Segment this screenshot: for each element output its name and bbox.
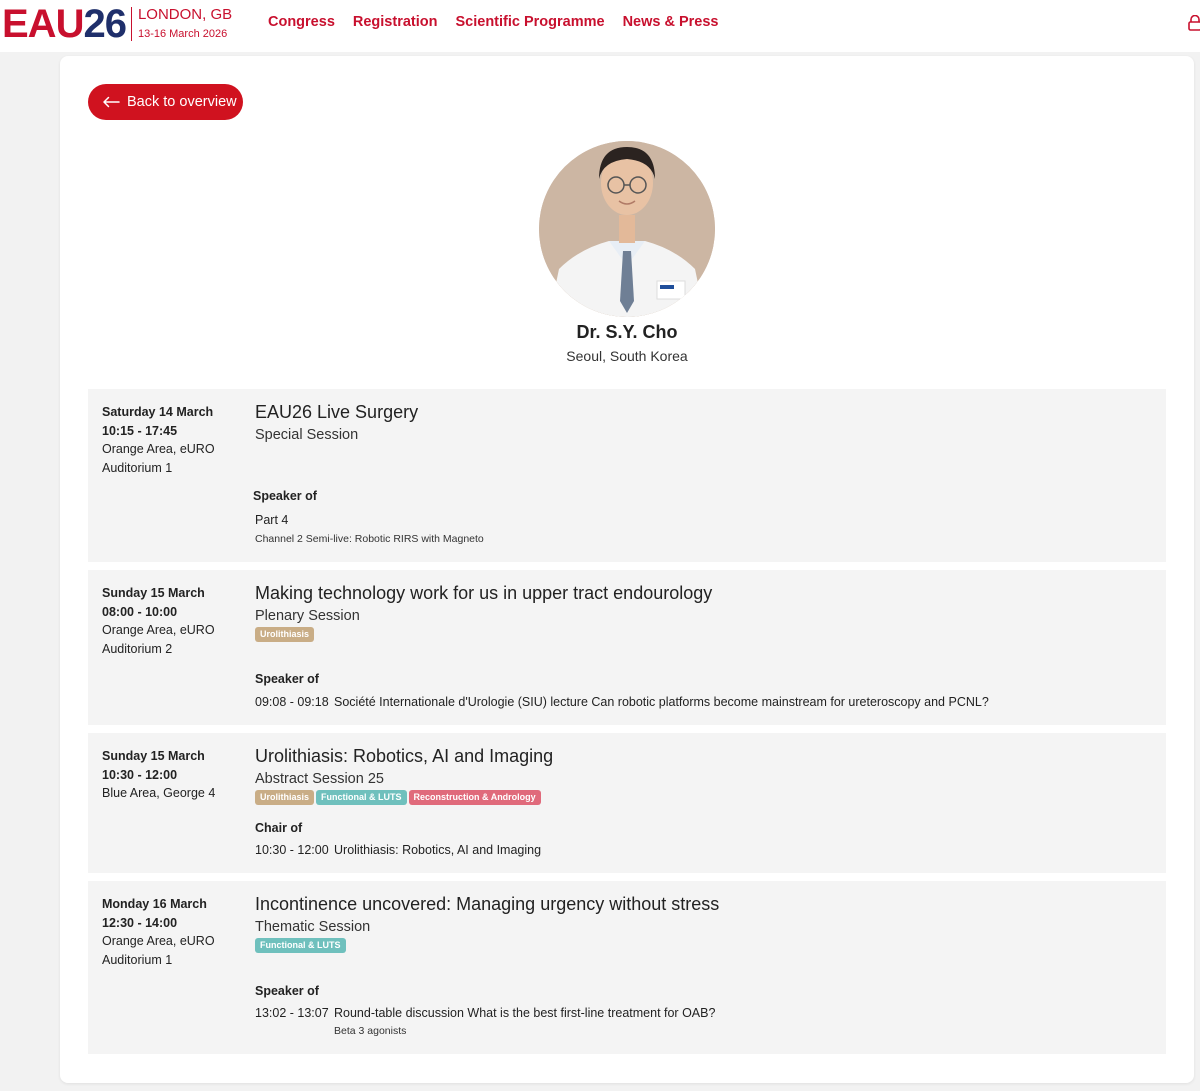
speaker-name: Dr. S.Y. Cho: [576, 322, 678, 342]
session-meta: Saturday 14 March 10:15 - 17:45 Orange A…: [102, 403, 242, 477]
session-meta: Sunday 15 March 08:00 - 10:00 Orange Are…: [102, 584, 242, 658]
session-role: Speaker of: [253, 489, 317, 503]
lock-icon[interactable]: [1188, 15, 1200, 31]
session-day: Sunday 15 March: [102, 749, 205, 763]
session-time: 10:15 - 17:45: [102, 423, 178, 438]
talk-title: Round-table discussion What is the best …: [334, 1006, 716, 1020]
session-room: Auditorium 1: [102, 952, 173, 967]
talk-time: 13:02 - 13:07: [255, 1006, 329, 1020]
session-time: 08:00 - 10:00: [102, 604, 178, 619]
tag-urolithiasis: Urolithiasis: [255, 627, 315, 642]
session-tags: Urolithiasis: [255, 627, 712, 642]
session-card: Saturday 14 March 10:15 - 17:45 Orange A…: [88, 389, 1166, 562]
session-room: Auditorium 2: [102, 641, 173, 656]
site-header: EAU 26 LONDON, GB 13-16 March 2026 Congr…: [0, 0, 1200, 52]
back-to-overview-button[interactable]: Back to overview: [88, 84, 243, 120]
session-type: Thematic Session: [255, 919, 371, 935]
session-tags: Functional & LUTS: [255, 938, 719, 953]
session-heading: Incontinence uncovered: Managing urgency…: [255, 893, 719, 953]
talk-subtitle: Beta 3 agonists: [334, 1025, 407, 1037]
session-title[interactable]: EAU26 Live Surgery: [255, 401, 418, 423]
session-day: Saturday 14 March: [102, 405, 214, 419]
speaker-portrait-image: [539, 141, 715, 317]
session-heading: EAU26 Live Surgery Special Session: [255, 401, 418, 445]
session-type: Abstract Session 25: [255, 771, 384, 787]
tag-functional-luts: Functional & LUTS: [255, 938, 346, 953]
tag-functional-luts: Functional & LUTS: [316, 790, 407, 805]
talk-time: 10:30 - 12:00: [255, 843, 329, 857]
session-day: Monday 16 March: [102, 897, 207, 911]
session-card: Sunday 15 March 10:30 - 12:00 Blue Area,…: [88, 733, 1166, 873]
session-role: Chair of: [255, 821, 303, 835]
talk-row: 13:02 - 13:07 Round-table discussion What…: [255, 1006, 715, 1020]
speaker-avatar: [539, 141, 715, 317]
speaker-location: Seoul, South Korea: [566, 348, 688, 364]
session-room: Auditorium 1: [102, 460, 173, 475]
tag-urolithiasis: Urolithiasis: [255, 790, 315, 805]
session-type: Plenary Session: [255, 608, 360, 624]
back-button-label: Back to overview: [127, 94, 237, 110]
talk-title: Société Internationale d'Urologie (SIU) …: [334, 695, 989, 709]
talk-title: Urolithiasis: Robotics, AI and Imaging: [334, 843, 542, 857]
session-title[interactable]: Incontinence uncovered: Managing urgency…: [255, 893, 719, 915]
session-role: Speaker of: [255, 984, 319, 998]
session-card: Monday 16 March 12:30 - 14:00 Orange Are…: [88, 881, 1166, 1054]
arrow-left-icon: [103, 96, 120, 108]
session-tags: Urolithiasis Functional & LUTS Reconstru…: [255, 790, 553, 805]
talk-row: 10:30 - 12:00 Urolithiasis: Robotics, AI …: [255, 843, 541, 857]
session-time: 10:30 - 12:00: [102, 767, 178, 782]
main-nav: Congress Registration Scientific Program…: [268, 14, 718, 30]
session-location: Orange Area, eURO: [102, 934, 215, 948]
session-title[interactable]: Urolithiasis: Robotics, AI and Imaging: [255, 745, 553, 767]
nav-congress[interactable]: Congress: [268, 14, 335, 30]
session-time: 12:30 - 14:00: [102, 915, 178, 930]
session-role: Speaker of: [255, 672, 319, 686]
session-title[interactable]: Making technology work for us in upper t…: [255, 582, 712, 604]
session-location: Blue Area, George 4: [102, 786, 216, 800]
session-heading: Urolithiasis: Robotics, AI and Imaging A…: [255, 745, 553, 805]
session-day: Sunday 15 March: [102, 586, 205, 600]
logo-city: LONDON, GB: [137, 6, 233, 23]
logo-number-text: 26: [83, 2, 126, 46]
talk-row: 09:08 - 09:18 Société Internationale d'Ur…: [255, 695, 989, 709]
talk-title: Part 4: [255, 513, 289, 527]
session-location: Orange Area, eURO: [102, 623, 215, 637]
logo-dates: 13-16 March 2026: [137, 28, 228, 40]
eau26-logo[interactable]: EAU 26 LONDON, GB 13-16 March 2026: [2, 4, 232, 44]
session-meta: Sunday 15 March 10:30 - 12:00 Blue Area,…: [102, 747, 242, 803]
speaker-card: Back to overview Dr. S.Y. Cho Seoul, Sou…: [60, 56, 1194, 1083]
logo-eau-text: EAU: [2, 2, 84, 46]
session-card: Sunday 15 March 08:00 - 10:00 Orange Are…: [88, 570, 1166, 725]
nav-scientific-programme[interactable]: Scientific Programme: [455, 14, 604, 30]
session-location: Orange Area, eURO: [102, 442, 215, 456]
talk-subtitle: Channel 2 Semi-live: Robotic RIRS with M…: [255, 533, 484, 545]
logo-divider: [130, 7, 132, 41]
session-meta: Monday 16 March 12:30 - 14:00 Orange Are…: [102, 895, 242, 969]
session-heading: Making technology work for us in upper t…: [255, 582, 712, 642]
session-type: Special Session: [255, 427, 359, 443]
nav-registration[interactable]: Registration: [353, 14, 438, 30]
tag-reconstruction-andrology: Reconstruction & Andrology: [408, 790, 541, 805]
talk-time: 09:08 - 09:18: [255, 695, 329, 709]
nav-news-press[interactable]: News & Press: [623, 14, 719, 30]
logo-place: LONDON, GB 13-16 March 2026: [138, 6, 232, 41]
